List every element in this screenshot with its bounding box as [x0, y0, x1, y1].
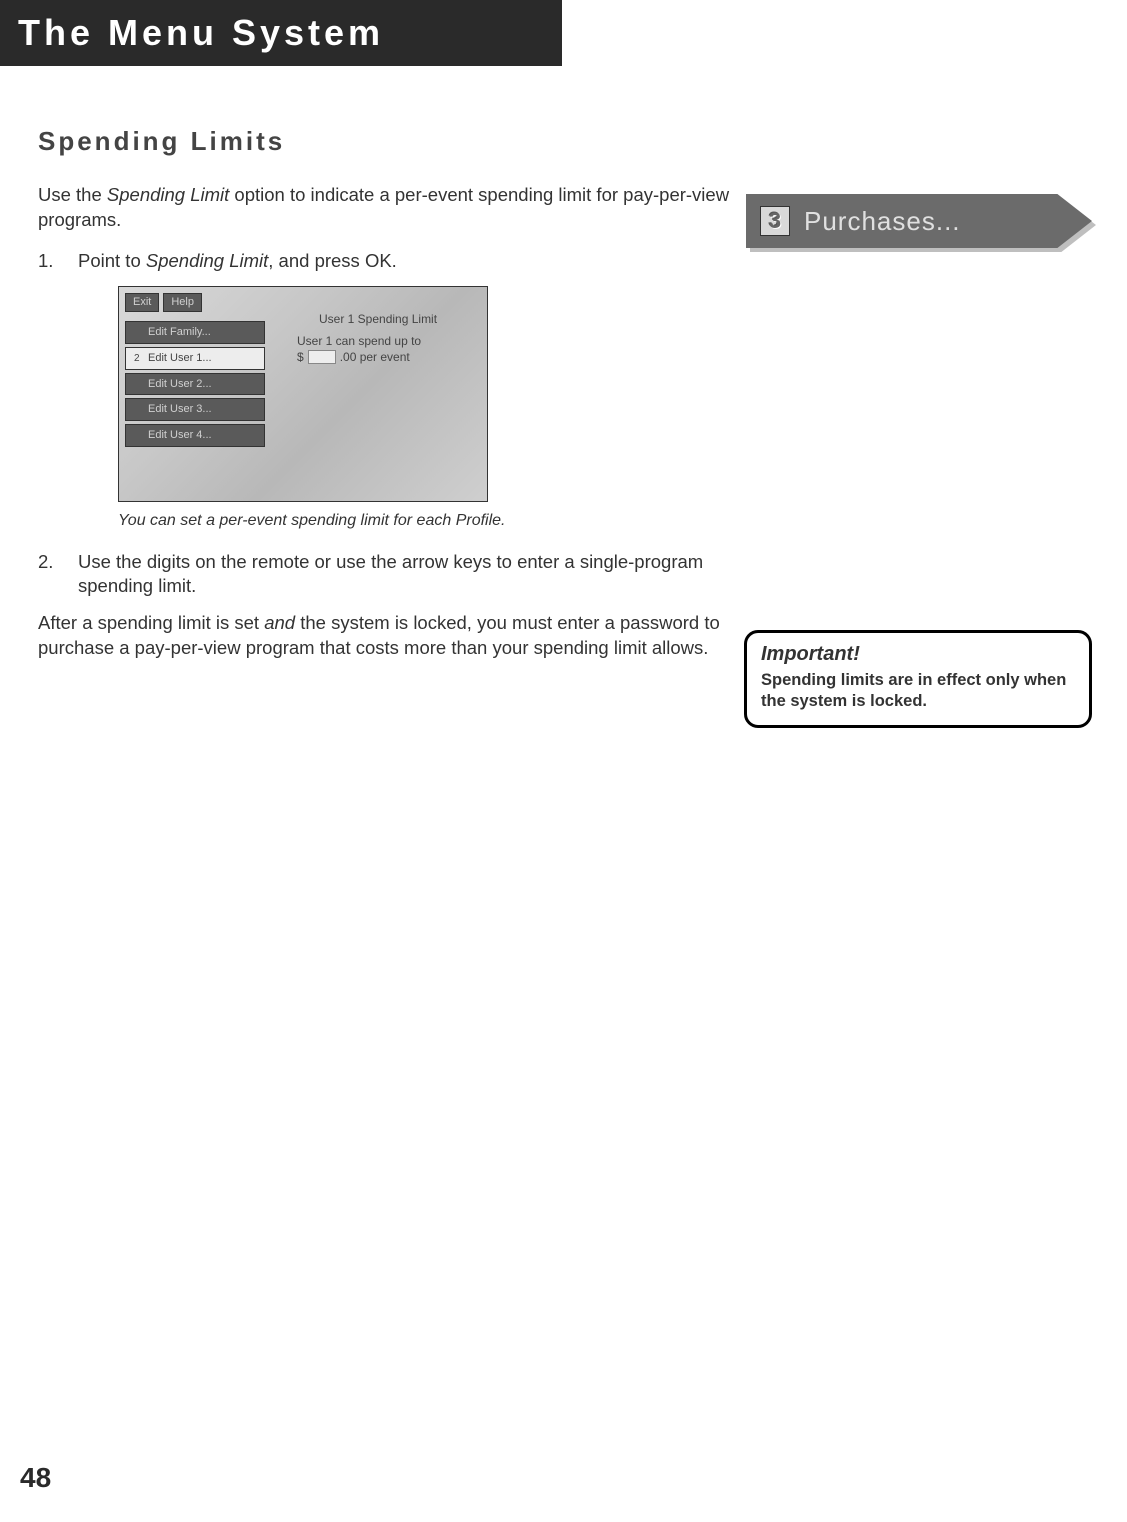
tag-body: 3 Purchases... [746, 194, 1092, 248]
note-title: Important! [761, 643, 1075, 666]
purchases-tag: 3 Purchases... [746, 194, 1092, 248]
section-title: Spending Limits [38, 126, 738, 157]
menu-edit-user-2: Edit User 2... [125, 373, 265, 396]
panel-line2: $ .00 per event [297, 349, 410, 365]
exit-button: Exit [125, 293, 159, 312]
note-body: Spending limits are in effect only when … [761, 670, 1075, 713]
panel-line1: User 1 can spend up to [297, 333, 421, 349]
menu-edit-user-1: 2Edit User 1... [125, 347, 265, 370]
panel-title: User 1 Spending Limit [319, 311, 437, 327]
per-event-suffix: .00 per event [340, 349, 410, 365]
important-note: Important! Spending limits are in effect… [744, 630, 1092, 728]
steps-list: Point to Spending Limit, and press OK. E… [38, 249, 738, 600]
intro-pre: Use the [38, 184, 107, 205]
step-1: Point to Spending Limit, and press OK. E… [38, 249, 738, 532]
page-content: Spending Limits Use the Spending Limit o… [0, 66, 1127, 661]
amount-input [308, 350, 336, 364]
step1-pre: Point to [78, 250, 146, 271]
menu-label: Edit Family... [148, 326, 211, 338]
tag-number-box: 3 [760, 206, 790, 236]
menu-edit-user-3: Edit User 3... [125, 398, 265, 421]
menu-label: Edit User 3... [148, 403, 212, 415]
step1-em: Spending Limit [146, 250, 268, 271]
after-paragraph: After a spending limit is set and the sy… [38, 611, 738, 661]
tag-label: Purchases... [804, 206, 961, 237]
menu-edit-user-4: Edit User 4... [125, 424, 265, 447]
menu-label: Edit User 1... [148, 352, 212, 364]
figure-wrapper: Exit Help Edit Family... 2Edit User 1...… [118, 286, 488, 502]
screenshot-toolbar: Exit Help [125, 293, 202, 312]
intro-paragraph: Use the Spending Limit option to indicat… [38, 183, 738, 233]
page-number: 48 [20, 1462, 51, 1494]
menu-num: 2 [134, 352, 146, 366]
spending-limit-screenshot: Exit Help Edit Family... 2Edit User 1...… [118, 286, 488, 502]
menu-edit-family: Edit Family... [125, 321, 265, 344]
step1-post: , and press OK. [268, 250, 397, 271]
menu-label: Edit User 4... [148, 429, 212, 441]
after-pre: After a spending limit is set [38, 612, 264, 633]
intro-em: Spending Limit [107, 184, 229, 205]
chapter-header: The Menu System [0, 0, 562, 66]
step-2: Use the digits on the remote or use the … [38, 550, 738, 600]
after-em: and [264, 612, 295, 633]
chapter-title: The Menu System [18, 12, 384, 54]
main-column: Spending Limits Use the Spending Limit o… [38, 126, 738, 661]
tag-number: 3 [769, 208, 781, 234]
screenshot-menu: Edit Family... 2Edit User 1... Edit User… [125, 321, 265, 450]
help-button: Help [163, 293, 202, 312]
figure-caption: You can set a per-event spending limit f… [118, 510, 738, 532]
dollar-sign: $ [297, 349, 304, 365]
step2-text: Use the digits on the remote or use the … [78, 551, 703, 597]
menu-label: Edit User 2... [148, 378, 212, 390]
